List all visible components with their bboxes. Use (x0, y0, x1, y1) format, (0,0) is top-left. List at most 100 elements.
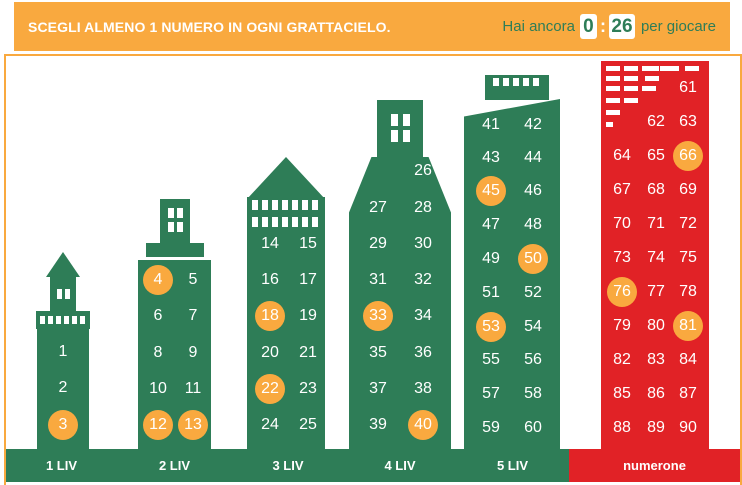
selected-number-50[interactable]: 50 (518, 244, 548, 274)
number-43[interactable]: 43 (476, 143, 506, 173)
number-42[interactable]: 42 (518, 110, 548, 140)
number-39[interactable]: 39 (363, 410, 393, 440)
number-69[interactable]: 69 (673, 175, 703, 205)
number-59[interactable]: 59 (476, 413, 506, 443)
number-7[interactable]: 7 (178, 301, 208, 331)
number-27[interactable]: 27 (363, 193, 393, 223)
number-9[interactable]: 9 (178, 338, 208, 368)
number-54[interactable]: 54 (518, 312, 548, 342)
number-83[interactable]: 83 (641, 345, 671, 375)
selected-number-3[interactable]: 3 (48, 410, 78, 440)
number-79[interactable]: 79 (607, 311, 637, 341)
numerone-window (624, 76, 638, 81)
building-2-ledge (146, 243, 204, 257)
number-14[interactable]: 14 (255, 229, 285, 259)
level-label-5[interactable]: 5 LIV (456, 449, 569, 482)
number-88[interactable]: 88 (607, 413, 637, 443)
number-17[interactable]: 17 (293, 265, 323, 295)
number-86[interactable]: 86 (641, 379, 671, 409)
number-71[interactable]: 71 (641, 209, 671, 239)
level-label-4[interactable]: 4 LIV (344, 449, 456, 482)
number-5[interactable]: 5 (178, 265, 208, 295)
number-87[interactable]: 87 (673, 379, 703, 409)
number-65[interactable]: 65 (641, 141, 671, 171)
number-57[interactable]: 57 (476, 379, 506, 409)
number-78[interactable]: 78 (673, 277, 703, 307)
number-10[interactable]: 10 (143, 374, 173, 404)
number-80[interactable]: 80 (641, 311, 671, 341)
number-25[interactable]: 25 (293, 410, 323, 440)
selected-number-33[interactable]: 33 (363, 301, 393, 331)
selected-number-76[interactable]: 76 (607, 277, 637, 307)
number-72[interactable]: 72 (673, 209, 703, 239)
number-1[interactable]: 1 (48, 337, 78, 367)
number-58[interactable]: 58 (518, 379, 548, 409)
number-29[interactable]: 29 (363, 229, 393, 259)
number-63[interactable]: 63 (673, 107, 703, 137)
number-24[interactable]: 24 (255, 410, 285, 440)
number-68[interactable]: 68 (641, 175, 671, 205)
selected-number-18[interactable]: 18 (255, 301, 285, 331)
number-73[interactable]: 73 (607, 243, 637, 273)
selected-number-13[interactable]: 13 (178, 410, 208, 440)
numerone-window (624, 86, 638, 91)
number-46[interactable]: 46 (518, 176, 548, 206)
number-55[interactable]: 55 (476, 345, 506, 375)
level-label-3[interactable]: 3 LIV (232, 449, 344, 482)
selected-number-66[interactable]: 66 (673, 141, 703, 171)
number-21[interactable]: 21 (293, 338, 323, 368)
level-label-numerone[interactable]: numerone (569, 449, 740, 482)
number-36[interactable]: 36 (408, 338, 438, 368)
number-31[interactable]: 31 (363, 265, 393, 295)
number-61[interactable]: 61 (673, 73, 703, 103)
number-35[interactable]: 35 (363, 338, 393, 368)
number-26[interactable]: 26 (408, 156, 438, 186)
number-11[interactable]: 11 (178, 374, 208, 404)
number-32[interactable]: 32 (408, 265, 438, 295)
number-70[interactable]: 70 (607, 209, 637, 239)
number-38[interactable]: 38 (408, 374, 438, 404)
number-67[interactable]: 67 (607, 175, 637, 205)
number-20[interactable]: 20 (255, 338, 285, 368)
number-52[interactable]: 52 (518, 278, 548, 308)
number-28[interactable]: 28 (408, 193, 438, 223)
number-62[interactable]: 62 (641, 107, 671, 137)
number-60[interactable]: 60 (518, 413, 548, 443)
selected-number-12[interactable]: 12 (143, 410, 173, 440)
number-37[interactable]: 37 (363, 374, 393, 404)
level-label-2[interactable]: 2 LIV (117, 449, 232, 482)
number-30[interactable]: 30 (408, 229, 438, 259)
number-64[interactable]: 64 (607, 141, 637, 171)
building-5-window (513, 78, 519, 86)
level-label-1[interactable]: 1 LIV (6, 449, 117, 482)
number-85[interactable]: 85 (607, 379, 637, 409)
number-6[interactable]: 6 (143, 301, 173, 331)
number-15[interactable]: 15 (293, 229, 323, 259)
number-84[interactable]: 84 (673, 345, 703, 375)
number-16[interactable]: 16 (255, 265, 285, 295)
number-89[interactable]: 89 (641, 413, 671, 443)
number-2[interactable]: 2 (48, 373, 78, 403)
selected-number-45[interactable]: 45 (476, 176, 506, 206)
selected-number-4[interactable]: 4 (143, 265, 173, 295)
number-74[interactable]: 74 (641, 243, 671, 273)
selected-number-53[interactable]: 53 (476, 312, 506, 342)
number-41[interactable]: 41 (476, 110, 506, 140)
number-8[interactable]: 8 (143, 338, 173, 368)
number-49[interactable]: 49 (476, 244, 506, 274)
number-56[interactable]: 56 (518, 345, 548, 375)
number-44[interactable]: 44 (518, 143, 548, 173)
number-47[interactable]: 47 (476, 210, 506, 240)
selected-number-22[interactable]: 22 (255, 374, 285, 404)
selected-number-40[interactable]: 40 (408, 410, 438, 440)
number-34[interactable]: 34 (408, 301, 438, 331)
number-82[interactable]: 82 (607, 345, 637, 375)
number-19[interactable]: 19 (293, 301, 323, 331)
number-77[interactable]: 77 (641, 277, 671, 307)
number-51[interactable]: 51 (476, 278, 506, 308)
number-90[interactable]: 90 (673, 413, 703, 443)
number-23[interactable]: 23 (293, 374, 323, 404)
selected-number-81[interactable]: 81 (673, 311, 703, 341)
number-75[interactable]: 75 (673, 243, 703, 273)
number-48[interactable]: 48 (518, 210, 548, 240)
